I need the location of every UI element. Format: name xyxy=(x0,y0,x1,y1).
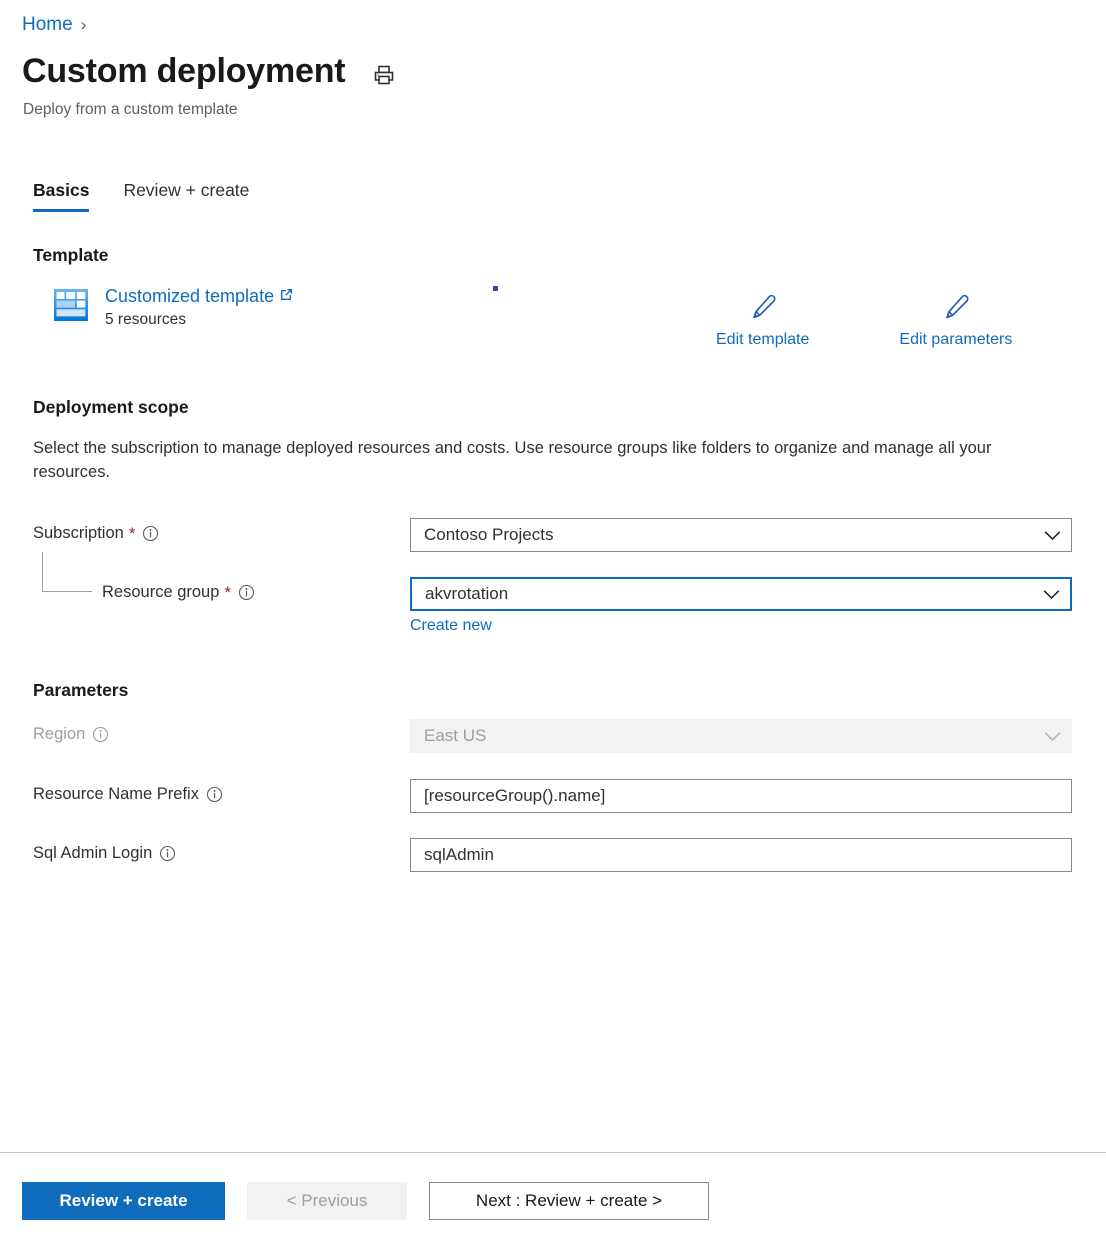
info-icon[interactable] xyxy=(238,584,255,601)
chevron-down-icon xyxy=(1043,589,1060,600)
resource-group-dropdown[interactable]: akvrotation xyxy=(410,577,1072,611)
template-info: Customized template 5 resources xyxy=(105,285,294,329)
sql-admin-login-input[interactable]: sqlAdmin xyxy=(410,838,1072,872)
template-edit-actions: Edit template Edit parameters xyxy=(716,292,1012,349)
resource-group-value: akvrotation xyxy=(425,584,1043,604)
next-review-create-button[interactable]: Next : Review + create > xyxy=(429,1182,709,1220)
resource-name-prefix-label: Resource Name Prefix xyxy=(33,785,199,804)
edit-template-button[interactable]: Edit template xyxy=(716,292,809,349)
breadcrumb-home-link[interactable]: Home xyxy=(22,14,73,36)
tab-basics[interactable]: Basics xyxy=(33,180,89,212)
resource-group-label: Resource group xyxy=(102,583,219,602)
print-icon[interactable] xyxy=(371,62,397,88)
required-marker: * xyxy=(129,525,136,542)
page-title: Custom deployment xyxy=(22,52,345,91)
status-dot xyxy=(493,286,498,291)
customized-template-label: Customized template xyxy=(105,285,274,308)
resource-group-tree-connector xyxy=(42,552,92,592)
chevron-down-icon xyxy=(1044,731,1061,742)
resource-group-label-group: Resource group * xyxy=(102,583,255,602)
breadcrumb: Home › xyxy=(22,14,86,36)
edit-parameters-button[interactable]: Edit parameters xyxy=(899,292,1012,349)
subscription-label: Subscription xyxy=(33,524,124,543)
region-dropdown: East US xyxy=(410,719,1072,753)
breadcrumb-separator-icon: › xyxy=(81,15,87,35)
external-link-icon xyxy=(279,285,294,308)
sql-admin-login-label-group: Sql Admin Login xyxy=(33,844,176,863)
info-icon[interactable] xyxy=(159,845,176,862)
sql-admin-login-value: sqlAdmin xyxy=(424,845,1061,865)
info-icon[interactable] xyxy=(206,786,223,803)
chevron-down-icon xyxy=(1044,530,1061,541)
template-grid-icon xyxy=(51,285,91,325)
region-value: East US xyxy=(424,726,1044,746)
resource-name-prefix-label-group: Resource Name Prefix xyxy=(33,785,223,804)
resource-name-prefix-input[interactable]: [resourceGroup().name] xyxy=(410,779,1072,813)
tab-bar: Basics Review + create xyxy=(33,180,249,212)
previous-button: < Previous xyxy=(247,1182,407,1220)
customized-template-link[interactable]: Customized template xyxy=(105,285,294,308)
edit-template-label: Edit template xyxy=(716,331,809,349)
template-section-heading: Template xyxy=(33,245,109,266)
create-new-resource-group-link[interactable]: Create new xyxy=(410,617,492,635)
page-subtitle: Deploy from a custom template xyxy=(23,101,238,119)
sql-admin-login-label: Sql Admin Login xyxy=(33,844,152,863)
subscription-dropdown[interactable]: Contoso Projects xyxy=(410,518,1072,552)
custom-deployment-page: Home › Custom deployment Deploy from a c… xyxy=(0,0,1106,1241)
pencil-icon xyxy=(941,292,971,327)
title-row: Custom deployment xyxy=(22,52,397,91)
parameters-heading: Parameters xyxy=(33,680,128,701)
deployment-scope-heading: Deployment scope xyxy=(33,397,189,418)
template-resource-count: 5 resources xyxy=(105,311,294,329)
pencil-icon xyxy=(748,292,778,327)
footer-actions: Review + create < Previous Next : Review… xyxy=(22,1182,709,1220)
required-marker: * xyxy=(224,584,231,601)
subscription-value: Contoso Projects xyxy=(424,525,1044,545)
resource-name-prefix-value: [resourceGroup().name] xyxy=(424,786,1061,806)
review-create-button[interactable]: Review + create xyxy=(22,1182,225,1220)
region-label: Region xyxy=(33,725,85,744)
region-label-group: Region xyxy=(33,725,109,744)
footer-divider xyxy=(0,1152,1106,1153)
tab-review-create[interactable]: Review + create xyxy=(123,180,249,212)
deployment-scope-description: Select the subscription to manage deploy… xyxy=(33,437,1028,485)
info-icon[interactable] xyxy=(142,525,159,542)
edit-parameters-label: Edit parameters xyxy=(899,331,1012,349)
info-icon[interactable] xyxy=(92,726,109,743)
subscription-label-group: Subscription * xyxy=(33,524,159,543)
template-row: Customized template 5 resources xyxy=(51,285,294,329)
